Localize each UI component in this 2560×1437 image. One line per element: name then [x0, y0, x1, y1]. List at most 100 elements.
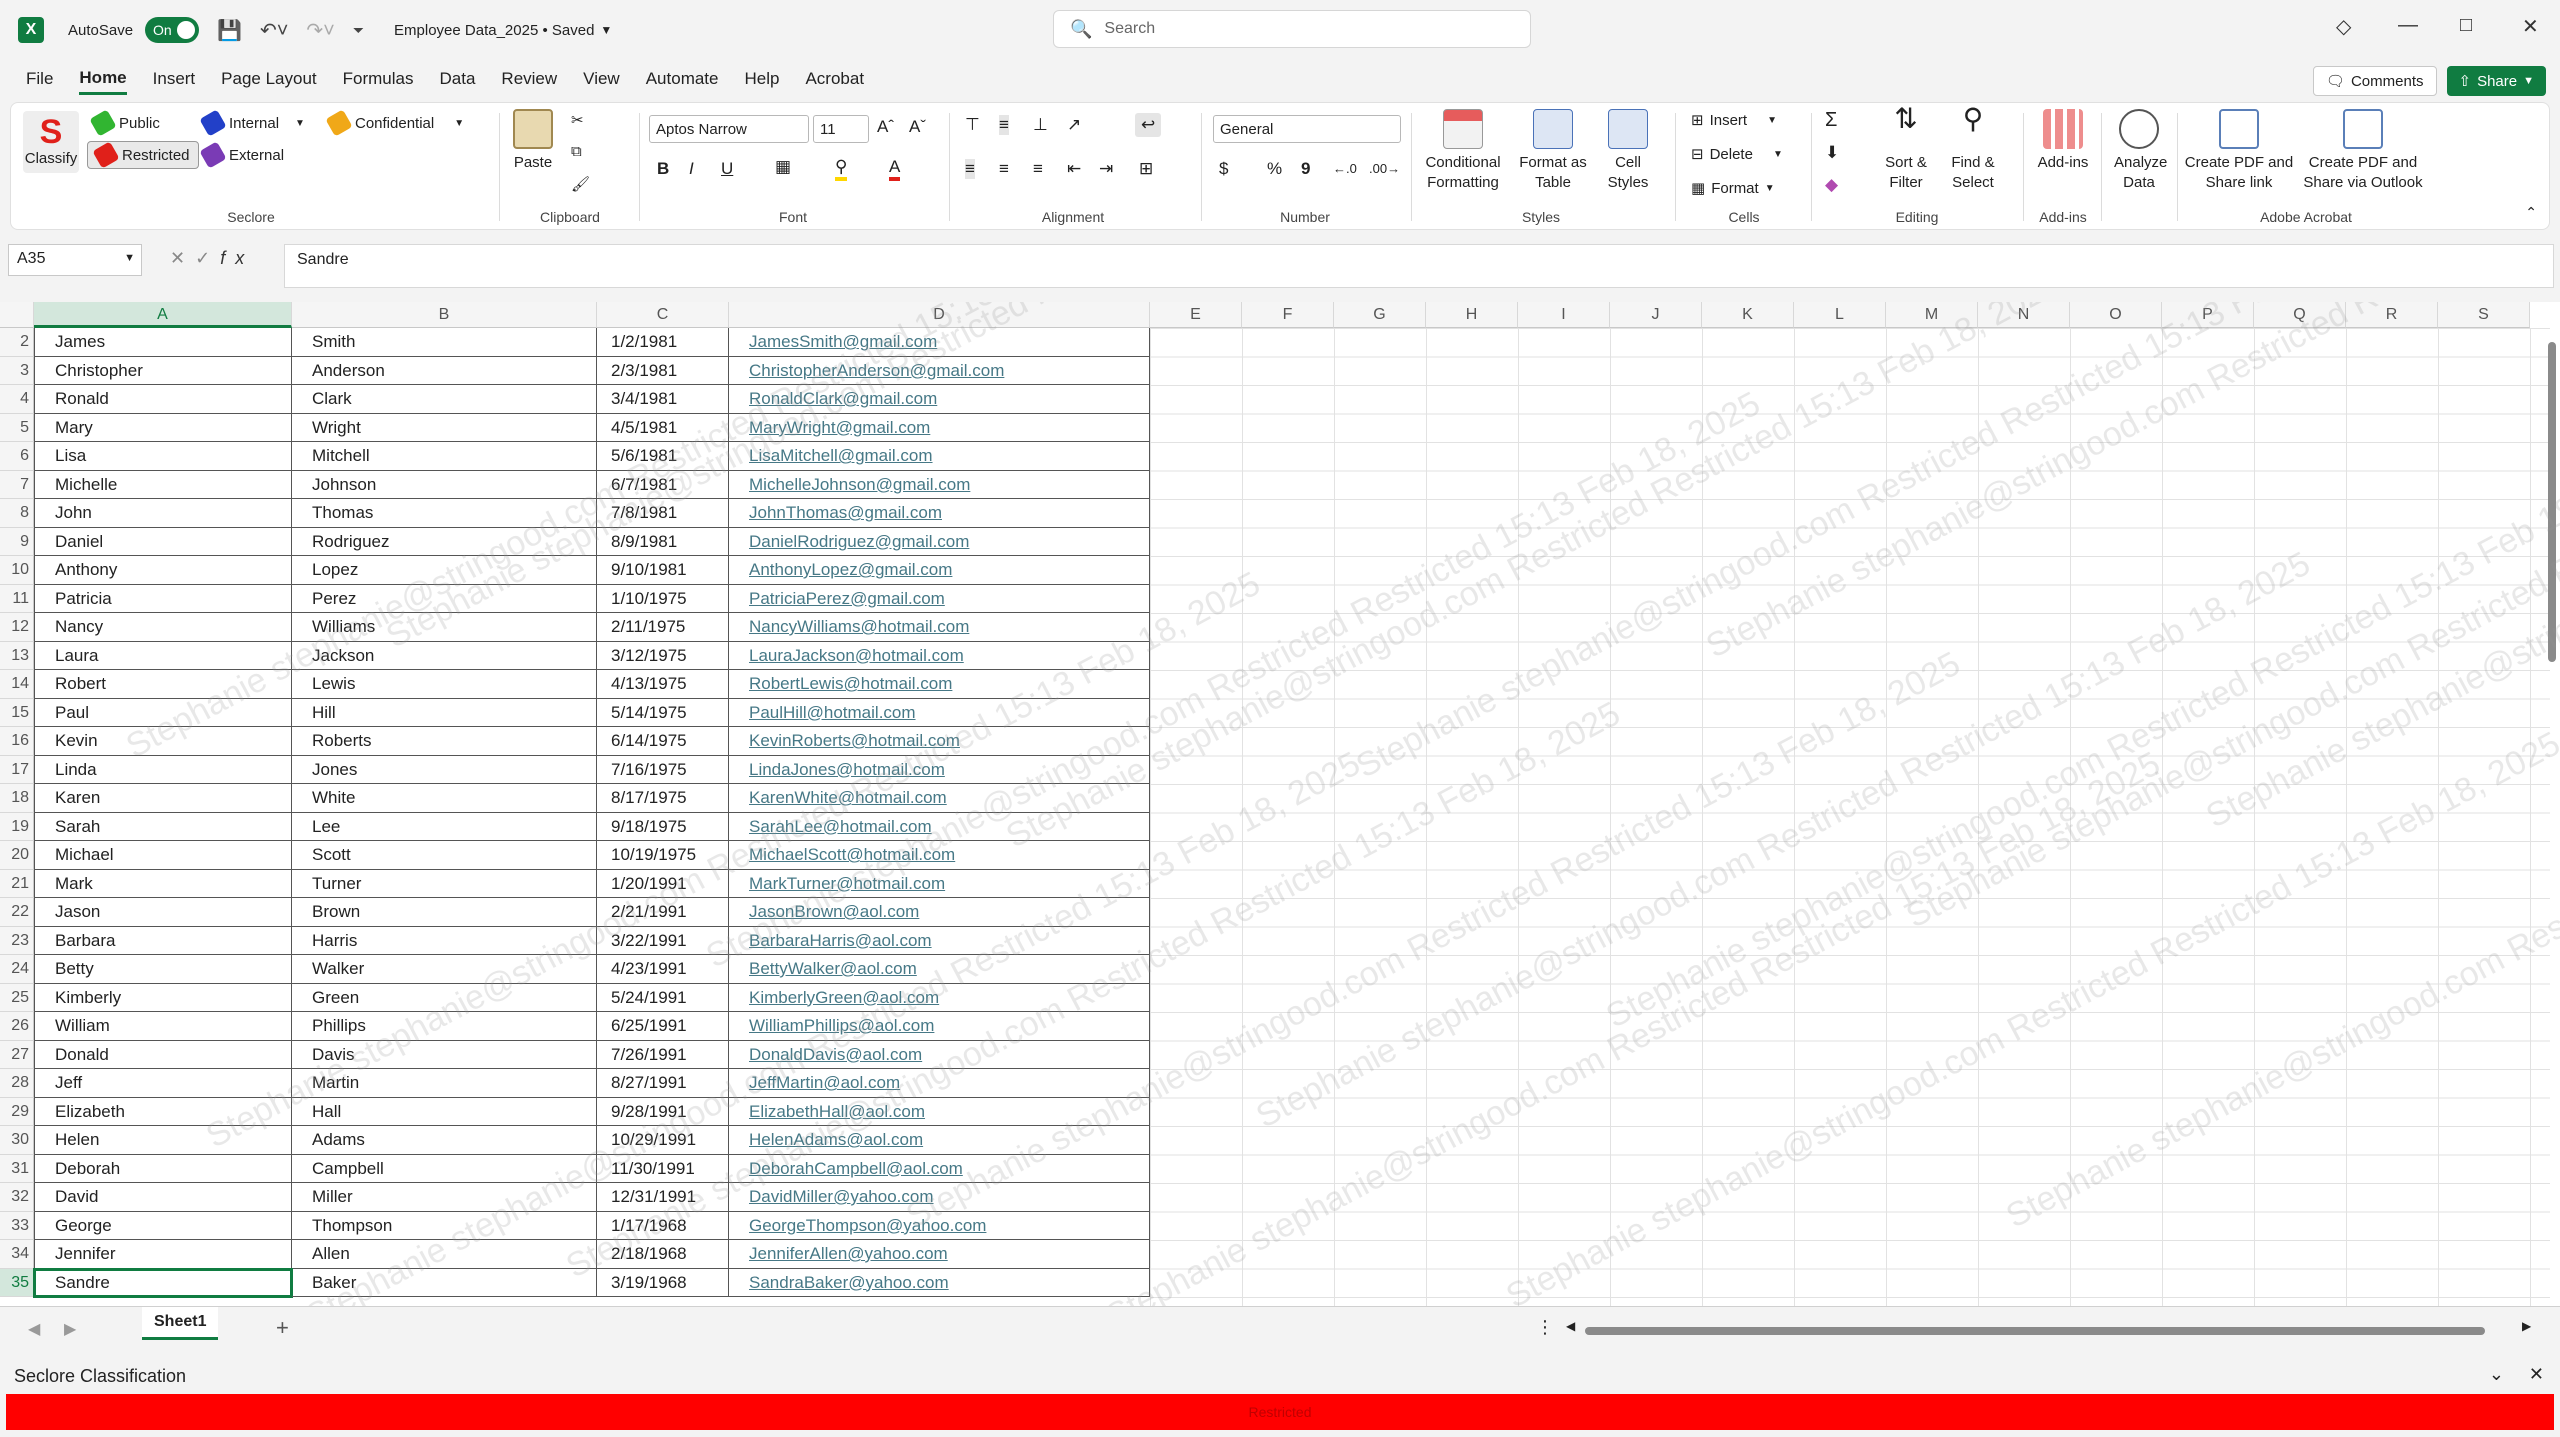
align-right-icon[interactable]: ≡ [1033, 159, 1043, 179]
cell-last[interactable]: Jackson [292, 641, 597, 670]
cell-date[interactable]: 2/21/1991 [597, 898, 729, 927]
row-header[interactable]: 22 [0, 898, 34, 927]
chevron-down-icon[interactable]: ⌄ [2489, 1364, 2504, 1385]
cell-last[interactable]: Miller [292, 1183, 597, 1212]
document-title[interactable]: Employee Data_2025 • Saved [394, 22, 594, 39]
cell-date[interactable]: 2/3/1981 [597, 356, 729, 385]
row-header[interactable]: 15 [0, 698, 34, 727]
comma-button[interactable]: 9 [1301, 159, 1310, 179]
email-link-cell[interactable]: BettyWalker@aol.com [729, 955, 1150, 984]
email-link-cell[interactable]: JohnThomas@gmail.com [729, 499, 1150, 528]
cell-date[interactable]: 1/20/1991 [597, 869, 729, 898]
align-bottom-icon[interactable]: ⊥ [1033, 115, 1048, 135]
column-header-c[interactable]: C [597, 302, 729, 328]
tab-acrobat[interactable]: Acrobat [805, 69, 864, 93]
column-header-r[interactable]: R [2346, 302, 2438, 328]
cell-date[interactable]: 6/14/1975 [597, 727, 729, 756]
customize-toolbar-icon[interactable]: ⏷ [353, 22, 364, 39]
cell-date[interactable]: 7/26/1991 [597, 1040, 729, 1069]
cell-last[interactable]: Lopez [292, 556, 597, 585]
diamond-icon[interactable]: ◇ [2336, 14, 2351, 39]
cell-last[interactable]: Anderson [292, 356, 597, 385]
row-header[interactable]: 8 [0, 499, 34, 528]
fx-icon[interactable]: fx [220, 248, 254, 268]
increase-indent-icon[interactable]: ⇥ [1099, 159, 1113, 179]
column-header-f[interactable]: F [1242, 302, 1334, 328]
email-link-cell[interactable]: PatriciaPerez@gmail.com [729, 584, 1150, 613]
decrease-decimal-icon[interactable]: .00→ [1369, 161, 1400, 176]
cell-last[interactable]: Davis [292, 1040, 597, 1069]
email-link-cell[interactable]: KarenWhite@hotmail.com [729, 784, 1150, 813]
row-header[interactable]: 9 [0, 527, 34, 556]
tab-home[interactable]: Home [79, 68, 127, 95]
cell-last[interactable]: Hall [292, 1097, 597, 1126]
cell-last[interactable]: White [292, 784, 597, 813]
email-link-cell[interactable]: GeorgeThompson@yahoo.com [729, 1211, 1150, 1240]
cell-first[interactable]: Sarah [34, 812, 292, 841]
italic-button[interactable]: I [689, 159, 694, 179]
cell-date[interactable]: 5/24/1991 [597, 983, 729, 1012]
cell-date[interactable]: 9/10/1981 [597, 556, 729, 585]
align-center-icon[interactable]: ≡ [999, 159, 1009, 179]
cell-last[interactable]: Mitchell [292, 442, 597, 471]
cell-last[interactable]: Thomas [292, 499, 597, 528]
column-header-a[interactable]: A [34, 302, 292, 328]
cell-date[interactable]: 4/5/1981 [597, 413, 729, 442]
analyze-data-button[interactable]: Analyze Data [2109, 109, 2169, 193]
cell-first[interactable]: Patricia [34, 584, 292, 613]
email-link-cell[interactable]: WilliamPhillips@aol.com [729, 1012, 1150, 1041]
cell-first[interactable]: James [34, 328, 292, 357]
row-header[interactable]: 17 [0, 755, 34, 784]
cell-first[interactable]: Barbara [34, 926, 292, 955]
email-link-cell[interactable]: JenniferAllen@yahoo.com [729, 1240, 1150, 1269]
row-header[interactable]: 25 [0, 983, 34, 1012]
horizontal-scrollbar[interactable] [1585, 1327, 2485, 1335]
cell-first[interactable]: Daniel [34, 527, 292, 556]
row-header[interactable]: 35 [0, 1268, 34, 1297]
column-header-k[interactable]: K [1702, 302, 1794, 328]
orientation-icon[interactable]: ↗ [1067, 115, 1081, 135]
cell-first[interactable]: Ronald [34, 385, 292, 414]
email-link-cell[interactable]: MichaelScott@hotmail.com [729, 841, 1150, 870]
cell-date[interactable]: 3/22/1991 [597, 926, 729, 955]
classify-button[interactable]: S Classify [23, 111, 79, 173]
email-link-cell[interactable]: ElizabethHall@aol.com [729, 1097, 1150, 1126]
email-link-cell[interactable]: DavidMiller@yahoo.com [729, 1183, 1150, 1212]
tab-automate[interactable]: Automate [646, 69, 719, 93]
cell-last[interactable]: Lewis [292, 670, 597, 699]
email-link-cell[interactable]: MichelleJohnson@gmail.com [729, 470, 1150, 499]
cell-first[interactable]: Kevin [34, 727, 292, 756]
row-header[interactable]: 10 [0, 556, 34, 585]
create-pdf-outlook-button[interactable]: Create PDF and Share via Outlook [2301, 109, 2425, 193]
cell-first[interactable]: John [34, 499, 292, 528]
insert-cells-button[interactable]: ⊞ Insert ▼ [1691, 111, 1777, 130]
cell-last[interactable]: Wright [292, 413, 597, 442]
sort-filter-button[interactable]: ⇅ Sort & Filter [1877, 105, 1935, 193]
cell-date[interactable]: 2/18/1968 [597, 1240, 729, 1269]
format-cells-button[interactable]: ▦ Format ▼ [1691, 179, 1775, 198]
cell-date[interactable]: 8/17/1975 [597, 784, 729, 813]
email-link-cell[interactable]: KimberlyGreen@aol.com [729, 983, 1150, 1012]
row-header[interactable]: 12 [0, 613, 34, 642]
scroll-right-icon[interactable]: ▶ [2522, 1319, 2531, 1333]
cell-first[interactable]: Jason [34, 898, 292, 927]
cell-first[interactable]: Karen [34, 784, 292, 813]
font-color-icon[interactable]: A [889, 157, 901, 181]
number-format-dropdown[interactable]: General [1213, 115, 1401, 143]
external-button[interactable]: External [199, 141, 284, 169]
enter-icon[interactable]: ✓ [195, 248, 220, 268]
cell-styles-button[interactable]: Cell Styles [1599, 109, 1657, 193]
cell-date[interactable]: 11/30/1991 [597, 1154, 729, 1183]
cell-date[interactable]: 12/31/1991 [597, 1183, 729, 1212]
row-header[interactable]: 20 [0, 841, 34, 870]
cell-date[interactable]: 3/12/1975 [597, 641, 729, 670]
cell-last[interactable]: Clark [292, 385, 597, 414]
cell-last[interactable]: Turner [292, 869, 597, 898]
row-header[interactable]: 24 [0, 955, 34, 984]
email-link-cell[interactable]: AnthonyLopez@gmail.com [729, 556, 1150, 585]
format-as-table-button[interactable]: Format as Table [1515, 109, 1591, 193]
email-link-cell[interactable]: DeborahCampbell@aol.com [729, 1154, 1150, 1183]
cell-last[interactable]: Baker [292, 1268, 597, 1297]
close-icon[interactable]: ✕ [2522, 14, 2539, 39]
cell-first[interactable]: Laura [34, 641, 292, 670]
